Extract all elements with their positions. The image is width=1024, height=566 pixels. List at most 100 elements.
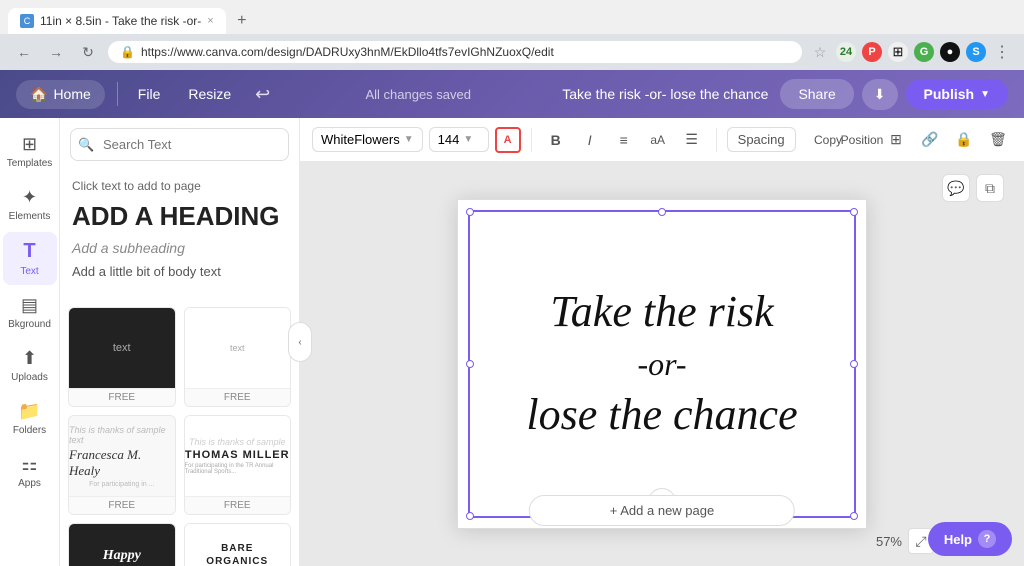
text-label: Text [20,266,38,277]
share-button[interactable]: Share [780,79,853,109]
canvas-wrapper: 💬 ⧉ [300,162,1024,566]
sidebar-item-folders[interactable]: 📁 Folders [3,393,57,444]
template-card-6[interactable]: BARE ORGANICS Natural Body Scrub 150ml |… [184,523,292,566]
folders-icon: 📁 [18,401,40,422]
browser-tab[interactable]: C 11in × 8.5in - Take the risk -or- × [8,8,226,34]
menu-icon[interactable]: ⋮ [992,42,1012,62]
add-page-button[interactable]: + Add a new page [529,495,795,526]
top-nav: 🏠 Home File Resize ↩ All changes saved T… [0,70,1024,118]
template-thumb-5: Happy BIRTHDAY [69,524,175,566]
template-thumb-1: text [69,308,175,388]
template-label-4: FREE [185,496,291,514]
toolbar-right: Copy Position ⊞ 🔗 🔒 🗑 [814,126,1012,154]
browser-chrome: C 11in × 8.5in - Take the risk -or- × + … [0,0,1024,70]
text-icon: T [23,240,35,263]
publish-label: Publish [924,86,975,102]
sidebar-item-uploads[interactable]: ⬆ Uploads [3,340,57,391]
templates-label: Templates [7,158,53,169]
canvas-line1: Take the risk [550,288,773,336]
elements-icon: ✦ [22,187,37,208]
sidebar-item-apps[interactable]: ⚏ Apps [3,446,57,497]
template-label-2: FREE [185,388,291,406]
template-card-1[interactable]: text FREE [68,307,176,407]
font-size-selector[interactable]: 144 ▼ [429,127,489,152]
tab-close-icon[interactable]: × [207,15,213,27]
template-card-3[interactable]: This is thanks of sample text Francesca … [68,415,176,515]
canvas-line2: -or- [637,345,686,383]
case-button[interactable]: aA [644,126,672,154]
link-button[interactable]: 🔗 [916,126,944,154]
sidebar-item-text[interactable]: T Text [3,232,57,285]
template-card-4[interactable]: This is thanks of sample THOMAS MILLER F… [184,415,292,515]
new-tab-button[interactable]: + [230,9,254,33]
file-button[interactable]: File [130,82,169,106]
ext-icon-2: P [862,42,882,62]
add-heading-button[interactable]: ADD A HEADING [72,201,287,232]
sidebar-item-background[interactable]: ▤ Bkground [3,287,57,338]
size-chevron-icon: ▼ [463,134,473,145]
search-icon: 🔍 [78,137,94,153]
color-icon: A [504,134,512,146]
delete-button[interactable]: 🗑 [984,126,1012,154]
copy-button[interactable]: Copy [814,126,842,154]
list-button[interactable]: ☰ [678,126,706,154]
help-button[interactable]: Help ? [928,522,1012,556]
download-button[interactable]: ⬇ [862,79,898,110]
ext-icon-3: ⊞ [888,42,908,62]
template-card-2[interactable]: text FREE [184,307,292,407]
template-label-3: FREE [69,496,175,514]
panel-collapse-button[interactable]: ‹ [288,322,312,362]
color-button[interactable]: A [495,127,521,153]
page-footer: + Add a new page [529,495,795,526]
home-button[interactable]: 🏠 Home [16,80,105,109]
add-body-button[interactable]: Add a little bit of body text [72,264,287,279]
template-thumb-4: This is thanks of sample THOMAS MILLER F… [185,416,291,496]
url-input[interactable]: 🔒 https://www.canva.com/design/DADRUxy3h… [108,41,802,63]
design-canvas[interactable]: Take the risk -or- lose the chance [457,199,867,529]
canvas-line3: lose the chance [526,391,797,439]
font-selector[interactable]: WhiteFlowers ▼ [312,127,423,152]
add-subheading-button[interactable]: Add a subheading [72,240,287,256]
elements-label: Elements [9,211,51,222]
templates-icon: ⊞ [22,134,37,155]
main-area: ⊞ Templates ✦ Elements T Text ▤ Bkground… [0,118,1024,566]
list-icon: ☰ [685,131,698,148]
resize-button[interactable]: Resize [180,82,239,106]
align-button[interactable]: ≡ [610,126,638,154]
home-label: Home [53,86,90,102]
help-label: Help [944,532,972,547]
template-grid: text FREE text FREE This is th [60,299,299,566]
grid-icon: ⊞ [890,131,902,148]
bookmark-icon[interactable]: ☆ [810,42,830,62]
ext-icon-6: S [966,42,986,62]
sidebar-item-templates[interactable]: ⊞ Templates [3,126,57,177]
back-button[interactable]: ← [12,40,36,64]
download-icon: ⬇ [874,86,886,103]
forward-button[interactable]: → [44,40,68,64]
template-thumb-6: BARE ORGANICS Natural Body Scrub 150ml |… [185,524,291,566]
duplicate-page-button[interactable]: ⧉ [976,174,1004,202]
search-input[interactable] [70,128,289,161]
lock-button[interactable]: 🔒 [950,126,978,154]
click-to-add-text: Click text to add to page [72,179,287,193]
background-label: Bkground [8,319,51,330]
comment-button[interactable]: 💬 [942,174,970,202]
publish-button[interactable]: Publish ▼ [906,79,1008,109]
position-button[interactable]: Position [848,126,876,154]
spacing-button[interactable]: Spacing [727,127,796,152]
align-icon: ≡ [620,132,628,148]
bold-button[interactable]: B [542,126,570,154]
grid-button[interactable]: ⊞ [882,126,910,154]
help-icon: ? [978,530,996,548]
template-card-5[interactable]: Happy BIRTHDAY FREE [68,523,176,566]
ext-icon-5: ● [940,42,960,62]
canvas-area: WhiteFlowers ▼ 144 ▼ A B I ≡ aA ☰ [300,118,1024,566]
italic-button[interactable]: I [576,126,604,154]
template-thumb-2: text [185,308,291,388]
undo-button[interactable]: ↩ [251,80,274,109]
sidebar-item-elements[interactable]: ✦ Elements [3,179,57,230]
refresh-button[interactable]: ↻ [76,40,100,64]
zoom-controls: 57% ⤢ [876,528,934,554]
background-icon: ▤ [21,295,38,316]
favicon: C [20,14,34,28]
